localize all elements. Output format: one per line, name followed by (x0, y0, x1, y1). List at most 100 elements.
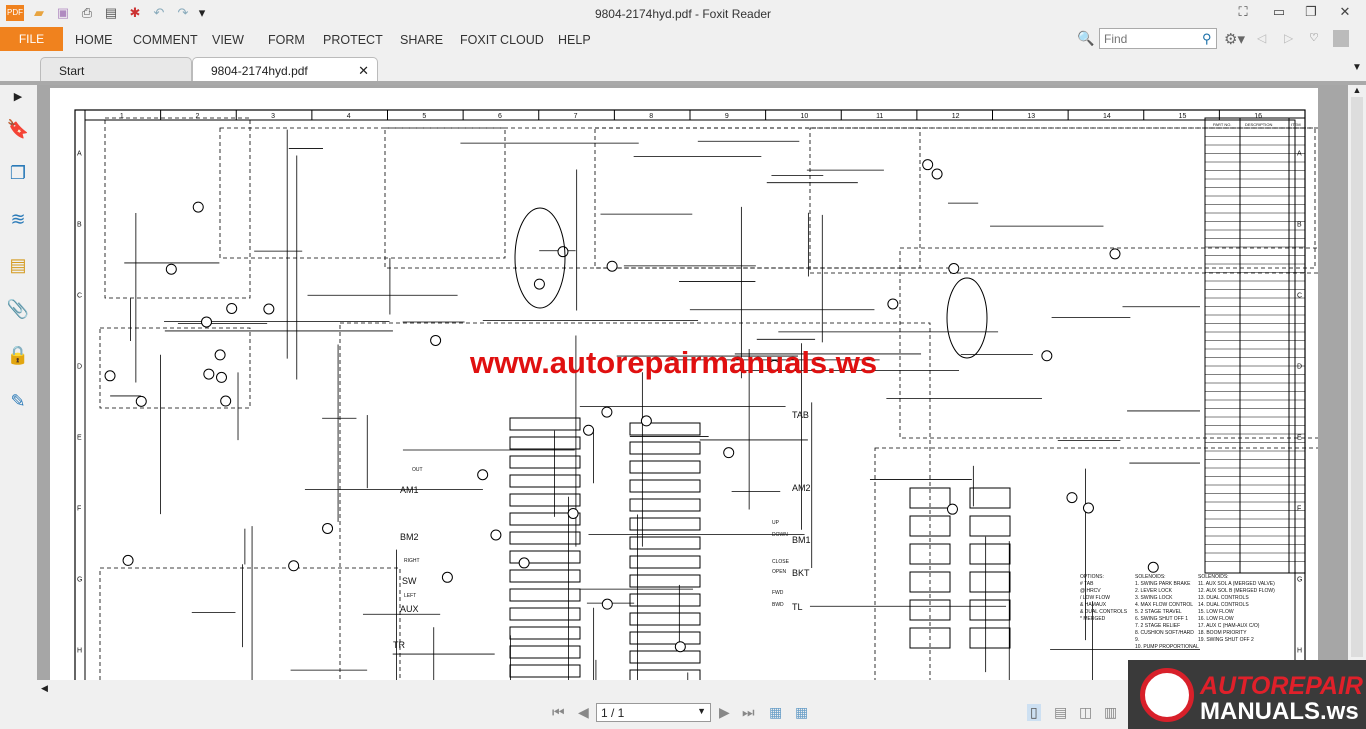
search-icon[interactable]: ⚲ (1202, 31, 1212, 47)
solenoids-item: 4. MAX FLOW CONTROL (1135, 602, 1193, 608)
single-page-icon[interactable]: ▯ (1027, 704, 1041, 721)
forward-icon[interactable]: ▷ (1284, 31, 1293, 45)
first-page-button[interactable]: ⏮ (552, 704, 565, 721)
menu-view[interactable]: VIEW (212, 33, 244, 47)
component-callout (192, 201, 204, 213)
bookmark-icon[interactable]: 🔖 (6, 117, 30, 141)
drawing-border (84, 119, 1296, 680)
options-item: @ HRCV (1080, 588, 1101, 594)
find-input[interactable] (1099, 28, 1217, 49)
dashed-group (899, 247, 1318, 439)
pages-icon[interactable]: ❐ (6, 161, 30, 185)
component-callout (226, 302, 238, 314)
component-callout (203, 368, 215, 380)
vertical-scrollbar[interactable]: ▲ (1348, 85, 1366, 680)
menu-share[interactable]: SHARE (400, 33, 443, 47)
continuous-icon[interactable]: ▤ (1054, 704, 1067, 721)
component-callout (490, 529, 502, 541)
menu-file[interactable]: FILE (0, 27, 63, 51)
label-bm1: BM1 (792, 535, 811, 545)
options-title: OPTIONS: (1080, 574, 1104, 580)
last-page-button[interactable]: ⏭ (742, 704, 755, 721)
next-view-icon[interactable]: ▦ (795, 704, 808, 721)
component-callout (1041, 350, 1053, 362)
column-number: 16 (1254, 113, 1262, 120)
security-icon[interactable]: 🔒 (6, 343, 30, 367)
solenoids-item: 19. SWING SHUT OFF 2 (1198, 637, 1254, 643)
heart-icon[interactable]: ♡ (1309, 31, 1319, 44)
next-page-button[interactable]: ▶ (719, 704, 730, 721)
tab-start[interactable]: Start (40, 57, 192, 82)
previous-view-icon[interactable]: ▦ (769, 704, 782, 721)
component-callout (640, 415, 652, 427)
hydraulic-schematic: 1 2 3 4 5 6 7 8 9 10 11 12 13 14 15 16A AB BC CD DE EF FG GH HP… (74, 109, 1318, 680)
page-number-input[interactable]: 1 / 1 ▼ (596, 703, 711, 722)
component-callout (263, 303, 275, 315)
column-number: 1 (120, 113, 124, 120)
component-callout (946, 503, 958, 515)
label-aux: AUX (400, 604, 419, 614)
solenoids-item: 18. BOOM PRIORITY (1198, 630, 1247, 636)
row-letter: A (77, 151, 82, 158)
options-item: # TAB (1080, 581, 1094, 587)
menu-home[interactable]: HOME (75, 33, 113, 47)
close-button[interactable]: ✕ (1334, 4, 1356, 22)
valve-section (509, 531, 581, 545)
valve-section (969, 515, 1011, 537)
find-folder-icon[interactable]: 🔍 (1077, 30, 1094, 47)
column-number: 4 (347, 113, 351, 120)
valve-section (969, 627, 1011, 649)
logo-emblem (1140, 668, 1194, 722)
restore-button[interactable]: ❐ (1300, 4, 1322, 22)
valve-section (509, 493, 581, 507)
menu-protect[interactable]: PROTECT (323, 33, 383, 47)
facing-icon[interactable]: ◫ (1079, 704, 1092, 721)
menu-help[interactable]: HELP (558, 33, 591, 47)
avatar[interactable] (1333, 30, 1349, 47)
column-number: 6 (498, 113, 502, 120)
solenoids-item: 15. LOW FLOW (1198, 609, 1234, 615)
menu-comment[interactable]: COMMENT (133, 33, 198, 47)
attachments-icon[interactable]: 📎 (6, 297, 30, 321)
component-callout (165, 263, 177, 275)
valve-section (629, 574, 701, 588)
component-callout (723, 447, 735, 459)
valve-section (629, 650, 701, 664)
swivel-joint (514, 207, 566, 309)
solenoids-item: 10. PUMP PROPORTIONAL (1135, 644, 1199, 650)
valve-section (509, 455, 581, 469)
layers-icon[interactable]: ≋ (6, 207, 30, 231)
expand-panel-icon[interactable]: ▶ (6, 85, 30, 109)
solenoids-item: 17. AUX C (HAM-AUX C/O) (1198, 623, 1260, 629)
valve-section (509, 474, 581, 488)
menu-foxit-cloud[interactable]: FOXIT CLOUD (460, 33, 544, 47)
previous-page-button[interactable]: ◀ (578, 704, 589, 721)
component-callout (583, 424, 595, 436)
minimize-button[interactable]: ▭ (1268, 4, 1290, 22)
component-callout (430, 334, 442, 346)
dashed-group (219, 127, 506, 259)
fullscreen-button[interactable]: ⛶ (1232, 4, 1254, 22)
label-tr: TR (393, 640, 405, 650)
component-callout (201, 316, 213, 328)
signature-icon[interactable]: ✎ (6, 389, 30, 413)
valve-section (629, 479, 701, 493)
component-callout (1109, 248, 1121, 260)
valve-section (629, 593, 701, 607)
solenoids-item: 9. (1135, 637, 1139, 643)
column-number: 5 (422, 113, 426, 120)
document-viewport[interactable]: 1 2 3 4 5 6 7 8 9 10 11 12 13 14 15 16 A A B B C C D D E E F F G G H H P… (37, 85, 1348, 680)
label-down: DOWN (772, 532, 788, 538)
tab-document[interactable]: 9804-2174hyd.pdf ✕ (192, 57, 378, 82)
close-tab-icon[interactable]: ✕ (358, 63, 369, 79)
component-callout (601, 598, 613, 610)
options-item: & DUAL CONTROLS (1080, 609, 1128, 615)
back-icon[interactable]: ◁ (1257, 31, 1266, 45)
comments-icon[interactable]: ▤ (6, 253, 30, 277)
label-out: OUT (412, 467, 423, 473)
gear-icon[interactable]: ⚙▾ (1224, 30, 1245, 48)
solenoids-item: 1. SWING PARK BRAKE (1135, 581, 1191, 587)
menu-form[interactable]: FORM (268, 33, 305, 47)
continuous-facing-icon[interactable]: ▥ (1104, 704, 1117, 721)
valve-section (509, 417, 581, 431)
